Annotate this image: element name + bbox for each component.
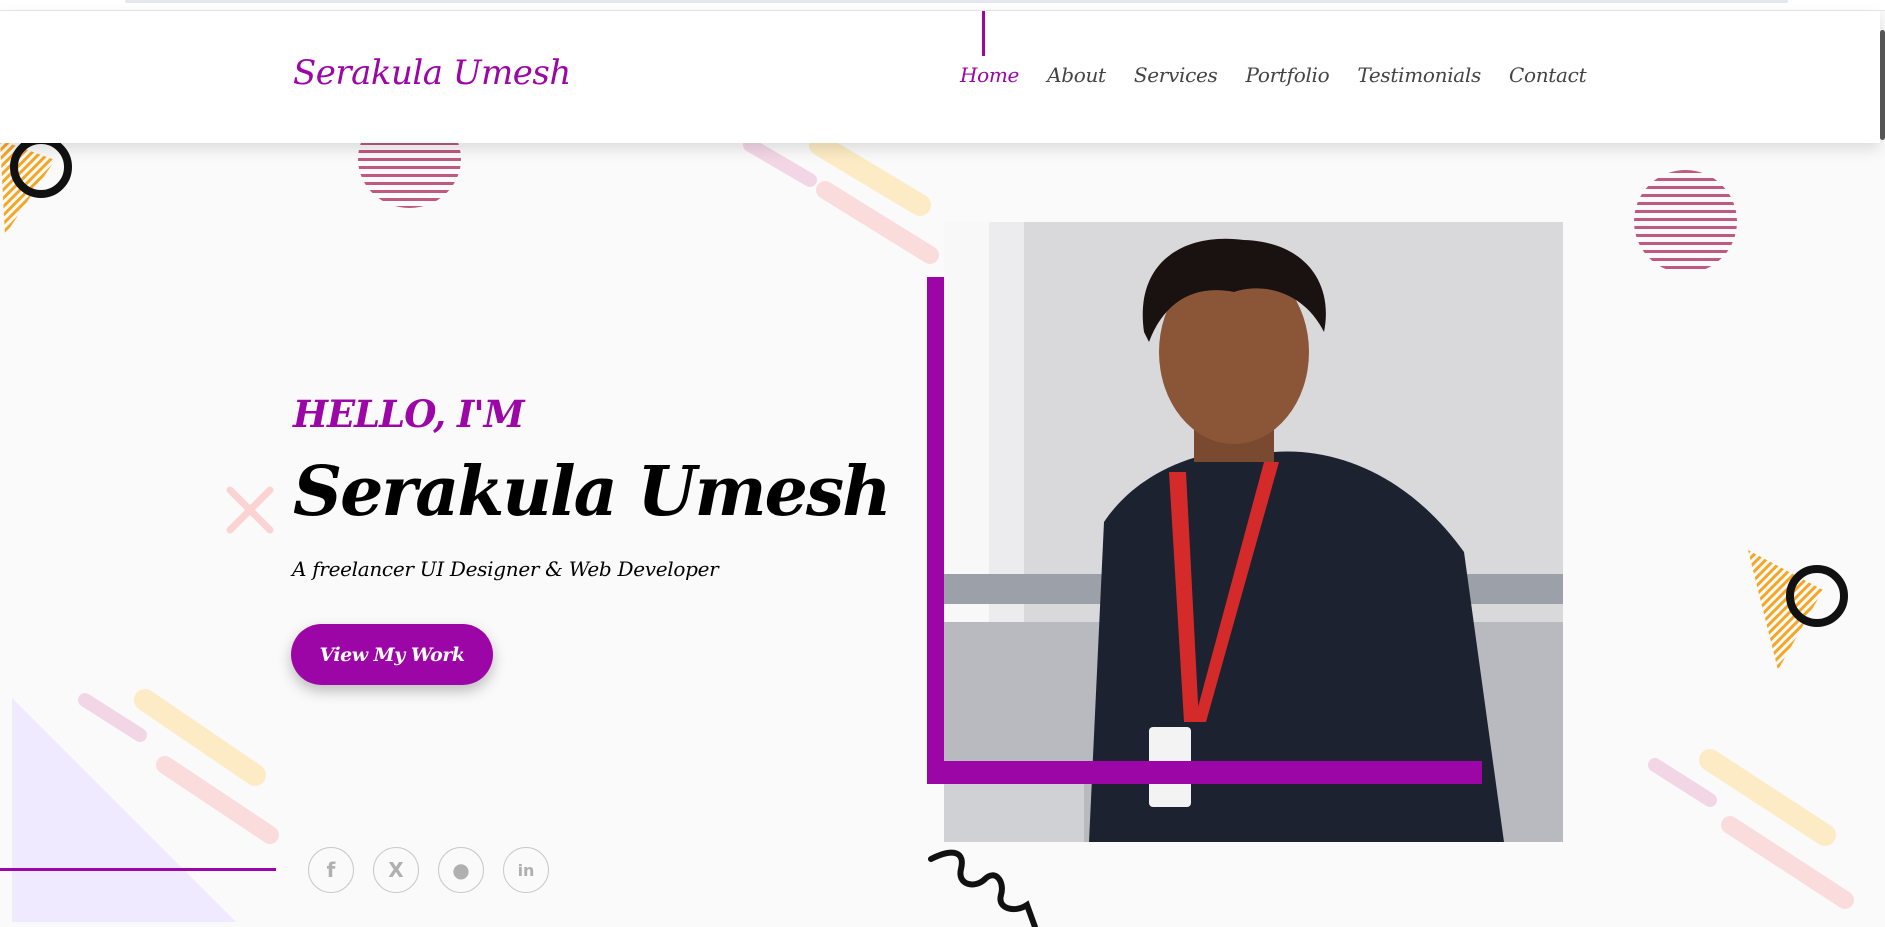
nav-contact[interactable]: Contact	[1509, 63, 1587, 87]
decor-ring-right	[1786, 565, 1848, 627]
view-my-work-button[interactable]: View My Work	[291, 624, 493, 685]
decor-pills-bottom-left	[78, 689, 279, 844]
page-scrollbar[interactable]	[1880, 30, 1885, 140]
decor-striped-circle-right	[1634, 170, 1737, 273]
nav-about[interactable]: About	[1047, 63, 1106, 87]
decor-x-mark	[226, 486, 274, 534]
linkedin-icon[interactable]: in	[503, 847, 549, 893]
github-icon[interactable]: ●	[438, 847, 484, 893]
nav-active-indicator	[982, 11, 985, 56]
decor-squiggle	[928, 849, 1038, 927]
hero-tagline: A freelancer UI Designer & Web Developer	[292, 557, 719, 581]
site-logo[interactable]: Serakula Umesh	[293, 53, 571, 93]
photo-frame-bottom-bar	[944, 761, 1482, 784]
nav-services[interactable]: Services	[1134, 63, 1218, 87]
facebook-icon[interactable]: f	[308, 847, 354, 893]
profile-photo	[944, 222, 1563, 842]
decor-ring-left	[10, 136, 72, 198]
nav-portfolio[interactable]: Portfolio	[1246, 63, 1330, 87]
hero-greeting: HELLO, I'M	[293, 392, 525, 436]
decor-pills-top	[743, 134, 939, 264]
hero-name: Serakula Umesh	[293, 452, 892, 532]
site-header: Serakula Umesh Home About Services Portf…	[0, 11, 1880, 143]
x-icon[interactable]: X	[373, 847, 419, 893]
nav-testimonials[interactable]: Testimonials	[1357, 63, 1481, 87]
browser-top-strip	[0, 0, 1885, 11]
social-divider-line	[0, 868, 276, 871]
decor-pills-bottom-right	[1648, 749, 1854, 909]
top-strip-bar	[125, 0, 1788, 3]
nav-home[interactable]: Home	[960, 63, 1019, 87]
main-nav: Home About Services Portfolio Testimonia…	[960, 63, 1614, 87]
